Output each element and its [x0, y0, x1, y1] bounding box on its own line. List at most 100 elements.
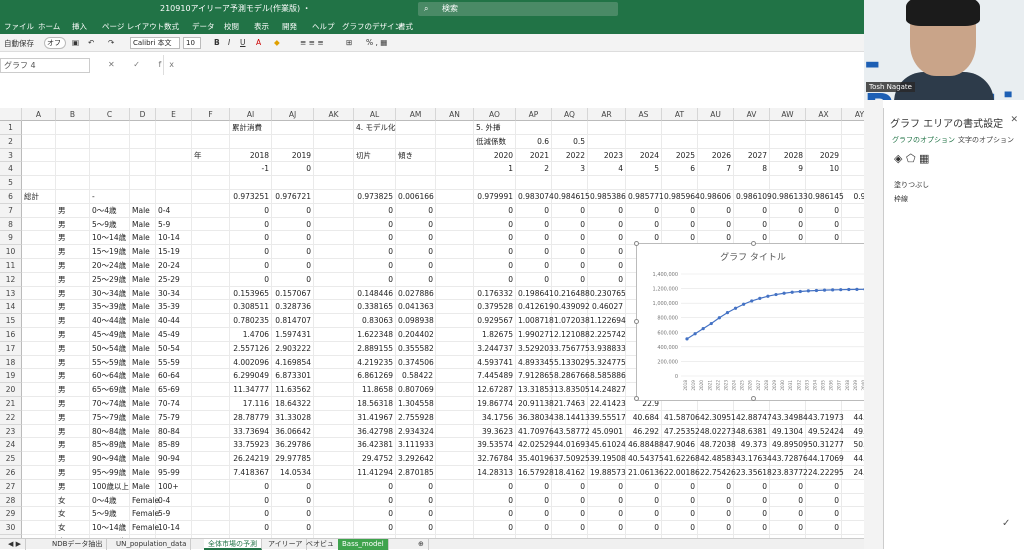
row-header[interactable]: 12: [0, 272, 22, 287]
cell[interactable]: [22, 410, 56, 425]
cell[interactable]: Female: [130, 521, 159, 535]
cell[interactable]: [314, 245, 354, 259]
cell[interactable]: [192, 286, 230, 301]
cell[interactable]: [770, 176, 806, 190]
cell[interactable]: 0: [626, 203, 662, 218]
row-header[interactable]: 3: [0, 148, 22, 163]
ribbon-tab[interactable]: 表示: [254, 21, 269, 32]
row-header[interactable]: 14: [0, 300, 22, 315]
cell[interactable]: [436, 245, 474, 259]
undo-icon[interactable]: ↶: [88, 38, 94, 47]
cell[interactable]: 0: [770, 521, 806, 535]
data-point[interactable]: [839, 288, 843, 292]
cell[interactable]: 2.121088: [552, 328, 590, 342]
cell[interactable]: 13.83505: [552, 383, 590, 397]
cell[interactable]: [22, 355, 56, 370]
cell[interactable]: 21.7463: [552, 397, 588, 411]
cell[interactable]: 0: [474, 245, 516, 259]
cell[interactable]: 0: [806, 479, 842, 494]
cell[interactable]: 35-39: [156, 300, 192, 315]
data-point[interactable]: [742, 302, 746, 306]
cell[interactable]: [314, 231, 354, 246]
cell[interactable]: Male: [130, 314, 156, 328]
cell[interactable]: 43.34984: [770, 410, 808, 425]
cell[interactable]: [22, 424, 56, 439]
cell[interactable]: [192, 479, 230, 494]
cell[interactable]: 男: [56, 369, 90, 384]
cell[interactable]: [192, 314, 230, 328]
cell[interactable]: [22, 314, 56, 328]
save-icon[interactable]: ▣: [72, 38, 79, 47]
section-border[interactable]: 枠線: [894, 194, 908, 204]
column-header[interactable]: AT: [662, 108, 698, 121]
cell[interactable]: 0.985386: [588, 190, 626, 204]
cell[interactable]: 0: [588, 493, 626, 508]
cell[interactable]: [130, 121, 156, 135]
cell[interactable]: [22, 162, 56, 177]
column-header[interactable]: AP: [516, 108, 552, 121]
cell[interactable]: 0: [588, 507, 626, 522]
row-header[interactable]: 19: [0, 369, 22, 384]
cell[interactable]: [436, 410, 474, 425]
cell[interactable]: 0: [230, 493, 272, 508]
cell[interactable]: 0: [230, 272, 272, 287]
cell[interactable]: [314, 397, 354, 411]
cell[interactable]: -1: [230, 162, 272, 177]
cell[interactable]: [698, 176, 734, 190]
cell[interactable]: [436, 314, 474, 328]
cell[interactable]: 0: [354, 479, 396, 494]
resize-handle[interactable]: [634, 396, 639, 401]
cell[interactable]: 0: [698, 493, 734, 508]
cell[interactable]: [192, 355, 230, 370]
cell[interactable]: 4. モデル化: [354, 121, 396, 135]
column-header[interactable]: D: [130, 108, 156, 121]
cell[interactable]: 0: [272, 507, 314, 522]
cell[interactable]: [436, 162, 474, 177]
cell[interactable]: [436, 466, 474, 480]
cell[interactable]: 49.89509: [770, 438, 808, 453]
cell[interactable]: 10〜14歳: [90, 231, 130, 246]
cell[interactable]: 男: [56, 410, 90, 425]
cell[interactable]: 5.324775: [588, 355, 626, 370]
cell[interactable]: 17.116: [230, 397, 272, 411]
cell[interactable]: Male: [130, 300, 156, 315]
cell[interactable]: 0.986109: [734, 190, 772, 204]
cell[interactable]: 4.219235: [354, 355, 396, 370]
cell[interactable]: 0: [230, 521, 272, 535]
row-header[interactable]: 11: [0, 259, 22, 273]
cell[interactable]: 0: [552, 203, 588, 218]
resize-handle[interactable]: [751, 241, 756, 246]
cell[interactable]: 0.379528: [474, 300, 516, 315]
cell[interactable]: [22, 134, 56, 149]
cell[interactable]: [396, 134, 436, 149]
cell[interactable]: 2023: [588, 148, 626, 163]
cell[interactable]: 0.041363: [396, 300, 436, 315]
cell[interactable]: [770, 134, 806, 149]
cell[interactable]: 0: [272, 203, 314, 218]
cell[interactable]: [22, 176, 56, 190]
cell[interactable]: [436, 176, 474, 190]
cell[interactable]: [436, 231, 474, 246]
cell[interactable]: [90, 176, 130, 190]
cell[interactable]: 低減係数: [474, 134, 516, 149]
cell[interactable]: 11.63562: [272, 383, 314, 397]
column-header[interactable]: AI: [230, 108, 272, 121]
cell[interactable]: [314, 190, 354, 204]
cell[interactable]: 0: [272, 259, 314, 273]
cell[interactable]: Male: [130, 424, 156, 439]
cell[interactable]: 33.75923: [230, 438, 272, 453]
column-header[interactable]: AL: [354, 108, 396, 121]
cell[interactable]: 0: [516, 272, 552, 287]
cell[interactable]: 0: [662, 493, 698, 508]
cell[interactable]: 2.557126: [230, 341, 272, 356]
cell[interactable]: [56, 121, 90, 135]
cell[interactable]: [90, 148, 130, 163]
cell[interactable]: 43.58772: [552, 424, 590, 439]
cell[interactable]: [806, 176, 842, 190]
cell[interactable]: 0: [230, 217, 272, 232]
cell[interactable]: 0: [354, 203, 396, 218]
cell[interactable]: 10-14: [156, 521, 192, 535]
cell[interactable]: 0.984615: [552, 190, 590, 204]
cell[interactable]: 男: [56, 217, 90, 232]
cell[interactable]: 3: [552, 162, 588, 177]
